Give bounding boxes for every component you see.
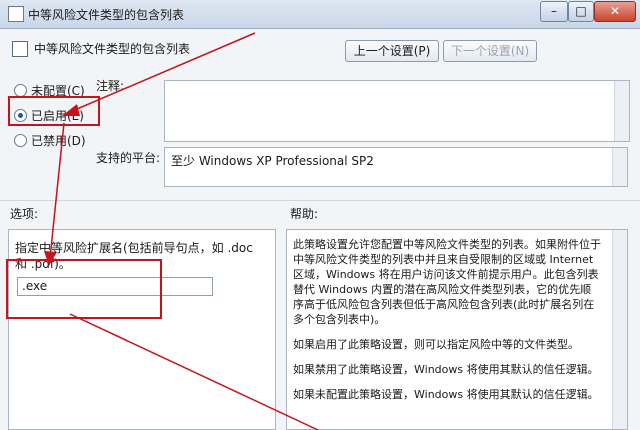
help-paragraph: 如果启用了此策略设置，则可以指定风险中等的文件类型。 [293,338,579,351]
extension-description-line1: 指定中等风险扩展名(包括前导句点，如 .doc [15,241,253,255]
help-label: 帮助: [290,207,319,221]
previous-setting-button[interactable]: 上一个设置(P) [345,40,439,62]
policy-window-icon [8,6,24,22]
help-paragraph: 如果禁用了此策略设置，Windows 将使用其默认的信任逻辑。 [293,363,599,376]
minimize-button[interactable]: – [540,1,568,22]
window-title: 中等风险文件类型的包含列表 [28,8,185,22]
help-paragraph: 如果未配置此策略设置，Windows 将使用其默认的信任逻辑。 [293,388,599,401]
radio-disabled-label: 已禁用(D) [31,134,86,148]
options-label: 选项: [10,207,39,221]
next-setting-button[interactable]: 下一个设置(N) [443,40,537,62]
enabled-highlight-box [8,96,100,126]
help-paragraph: 此策略设置允许您配置中等风险文件类型的列表。如果附件位于中等风险文件类型的列表中… [293,238,601,326]
platform-value: 至少 Windows XP Professional SP2 [171,154,374,168]
title-bar: 中等风险文件类型的包含列表 – □ ✕ [0,0,640,29]
maximize-button[interactable]: □ [568,1,594,22]
radio-disabled-indicator[interactable] [14,134,27,147]
platform-box: 至少 Windows XP Professional SP2 [164,147,628,187]
comment-scrollbar[interactable] [614,81,629,141]
extension-highlight-box [6,259,162,319]
setting-icon [12,41,28,57]
policy-editor-panel: 中等风险文件类型的包含列表 上一个设置(P) 下一个设置(N) 未配置(C) 已… [0,29,640,430]
policy-name: 中等风险文件类型的包含列表 [34,42,191,56]
close-button[interactable]: ✕ [594,1,636,22]
help-scrollbar[interactable] [612,230,627,429]
platform-scrollbar[interactable] [612,148,627,186]
help-pane: 此策略设置允许您配置中等风险文件类型的列表。如果附件位于中等风险文件类型的列表中… [286,229,628,430]
platform-label: 支持的平台: [96,151,161,165]
comment-label: 注释: [96,79,125,93]
section-divider [0,200,640,201]
comment-textarea[interactable] [164,80,630,142]
help-text: 此策略设置允许您配置中等风险文件类型的列表。如果附件位于中等风险文件类型的列表中… [293,237,601,412]
radio-disabled[interactable]: 已禁用(D) [14,132,86,149]
